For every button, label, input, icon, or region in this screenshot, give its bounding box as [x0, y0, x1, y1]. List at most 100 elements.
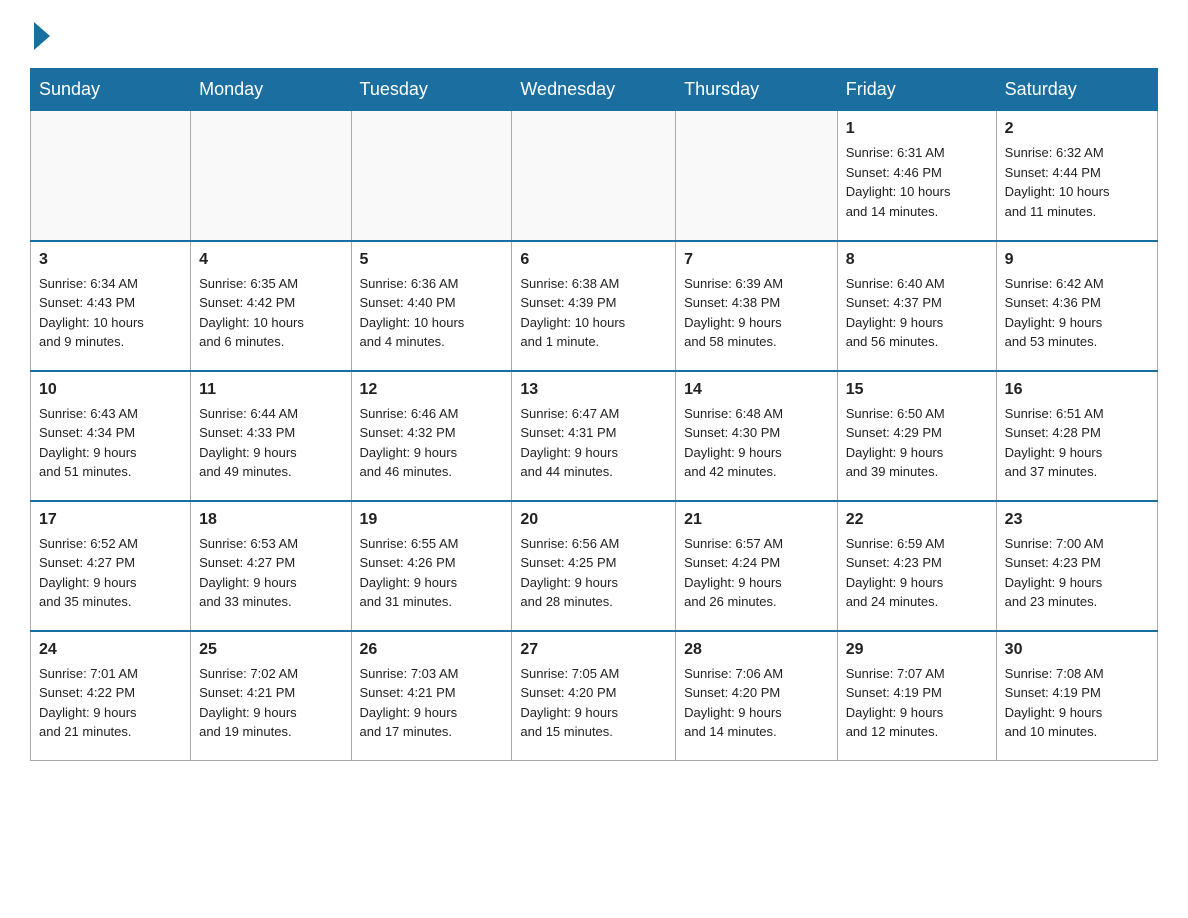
calendar-cell: 2 Sunrise: 6:32 AM Sunset: 4:44 PM Daylig…: [996, 111, 1157, 241]
day-info: Sunrise: 6:59 AM Sunset: 4:23 PM Dayligh…: [846, 536, 945, 610]
day-number: 7: [684, 248, 829, 272]
day-number: 1: [846, 117, 988, 141]
day-number: 30: [1005, 638, 1149, 662]
day-info: Sunrise: 6:40 AM Sunset: 4:37 PM Dayligh…: [846, 276, 945, 350]
day-info: Sunrise: 7:07 AM Sunset: 4:19 PM Dayligh…: [846, 666, 945, 740]
day-number: 17: [39, 508, 182, 532]
calendar-cell: 14 Sunrise: 6:48 AM Sunset: 4:30 PM Dayli…: [676, 371, 838, 501]
day-number: 4: [199, 248, 342, 272]
calendar-cell: 13 Sunrise: 6:47 AM Sunset: 4:31 PM Dayli…: [512, 371, 676, 501]
day-info: Sunrise: 7:01 AM Sunset: 4:22 PM Dayligh…: [39, 666, 138, 740]
day-info: Sunrise: 6:52 AM Sunset: 4:27 PM Dayligh…: [39, 536, 138, 610]
calendar-header-row: SundayMondayTuesdayWednesdayThursdayFrid…: [31, 69, 1158, 111]
day-info: Sunrise: 7:08 AM Sunset: 4:19 PM Dayligh…: [1005, 666, 1104, 740]
day-info: Sunrise: 6:39 AM Sunset: 4:38 PM Dayligh…: [684, 276, 783, 350]
logo-top: [30, 20, 50, 50]
day-info: Sunrise: 6:35 AM Sunset: 4:42 PM Dayligh…: [199, 276, 304, 350]
day-info: Sunrise: 6:34 AM Sunset: 4:43 PM Dayligh…: [39, 276, 144, 350]
calendar-week-row: 1 Sunrise: 6:31 AM Sunset: 4:46 PM Daylig…: [31, 111, 1158, 241]
day-number: 14: [684, 378, 829, 402]
day-number: 9: [1005, 248, 1149, 272]
calendar-cell: [191, 111, 351, 241]
calendar-cell: [351, 111, 512, 241]
calendar-cell: 8 Sunrise: 6:40 AM Sunset: 4:37 PM Daylig…: [837, 241, 996, 371]
day-number: 24: [39, 638, 182, 662]
day-info: Sunrise: 6:47 AM Sunset: 4:31 PM Dayligh…: [520, 406, 619, 480]
day-info: Sunrise: 6:43 AM Sunset: 4:34 PM Dayligh…: [39, 406, 138, 480]
day-number: 27: [520, 638, 667, 662]
calendar-cell: 20 Sunrise: 6:56 AM Sunset: 4:25 PM Dayli…: [512, 501, 676, 631]
day-info: Sunrise: 6:48 AM Sunset: 4:30 PM Dayligh…: [684, 406, 783, 480]
calendar-week-row: 24 Sunrise: 7:01 AM Sunset: 4:22 PM Dayli…: [31, 631, 1158, 761]
calendar-cell: 27Sunrise: 7:05 AM Sunset: 4:20 PM Dayli…: [512, 631, 676, 761]
page-header: [30, 20, 1158, 50]
calendar-cell: 25Sunrise: 7:02 AM Sunset: 4:21 PM Dayli…: [191, 631, 351, 761]
calendar-cell: 5Sunrise: 6:36 AM Sunset: 4:40 PM Daylig…: [351, 241, 512, 371]
day-info: Sunrise: 6:46 AM Sunset: 4:32 PM Dayligh…: [360, 406, 459, 480]
calendar-week-row: 3 Sunrise: 6:34 AM Sunset: 4:43 PM Daylig…: [31, 241, 1158, 371]
day-number: 20: [520, 508, 667, 532]
day-number: 8: [846, 248, 988, 272]
day-number: 16: [1005, 378, 1149, 402]
day-number: 25: [199, 638, 342, 662]
day-info: Sunrise: 6:31 AM Sunset: 4:46 PM Dayligh…: [846, 145, 951, 219]
day-number: 29: [846, 638, 988, 662]
day-info: Sunrise: 7:00 AM Sunset: 4:23 PM Dayligh…: [1005, 536, 1104, 610]
day-number: 2: [1005, 117, 1149, 141]
calendar-cell: 17 Sunrise: 6:52 AM Sunset: 4:27 PM Dayli…: [31, 501, 191, 631]
day-info: Sunrise: 6:56 AM Sunset: 4:25 PM Dayligh…: [520, 536, 619, 610]
day-info: Sunrise: 6:42 AM Sunset: 4:36 PM Dayligh…: [1005, 276, 1104, 350]
day-number: 26: [360, 638, 504, 662]
calendar-cell: 9 Sunrise: 6:42 AM Sunset: 4:36 PM Daylig…: [996, 241, 1157, 371]
calendar-cell: 29 Sunrise: 7:07 AM Sunset: 4:19 PM Dayli…: [837, 631, 996, 761]
day-info: Sunrise: 6:38 AM Sunset: 4:39 PM Dayligh…: [520, 276, 625, 350]
calendar-cell: 6 Sunrise: 6:38 AM Sunset: 4:39 PM Daylig…: [512, 241, 676, 371]
day-number: 12: [360, 378, 504, 402]
day-number: 28: [684, 638, 829, 662]
day-info: Sunrise: 6:32 AM Sunset: 4:44 PM Dayligh…: [1005, 145, 1110, 219]
calendar-day-header: Sunday: [31, 69, 191, 111]
day-info: Sunrise: 6:51 AM Sunset: 4:28 PM Dayligh…: [1005, 406, 1104, 480]
day-info: Sunrise: 6:44 AM Sunset: 4:33 PM Dayligh…: [199, 406, 298, 480]
day-info: Sunrise: 6:57 AM Sunset: 4:24 PM Dayligh…: [684, 536, 783, 610]
calendar-day-header: Tuesday: [351, 69, 512, 111]
logo-arrow-icon: [34, 22, 50, 50]
day-number: 6: [520, 248, 667, 272]
calendar-cell: 10 Sunrise: 6:43 AM Sunset: 4:34 PM Dayli…: [31, 371, 191, 501]
calendar-cell: 23 Sunrise: 7:00 AM Sunset: 4:23 PM Dayli…: [996, 501, 1157, 631]
day-number: 13: [520, 378, 667, 402]
calendar-cell: 1 Sunrise: 6:31 AM Sunset: 4:46 PM Daylig…: [837, 111, 996, 241]
calendar-cell: 16 Sunrise: 6:51 AM Sunset: 4:28 PM Dayli…: [996, 371, 1157, 501]
calendar-cell: [31, 111, 191, 241]
day-info: Sunrise: 6:50 AM Sunset: 4:29 PM Dayligh…: [846, 406, 945, 480]
day-info: Sunrise: 6:53 AM Sunset: 4:27 PM Dayligh…: [199, 536, 298, 610]
day-number: 23: [1005, 508, 1149, 532]
calendar-cell: 24 Sunrise: 7:01 AM Sunset: 4:22 PM Dayli…: [31, 631, 191, 761]
day-number: 10: [39, 378, 182, 402]
calendar-day-header: Friday: [837, 69, 996, 111]
day-number: 21: [684, 508, 829, 532]
calendar-cell: 3 Sunrise: 6:34 AM Sunset: 4:43 PM Daylig…: [31, 241, 191, 371]
calendar-week-row: 17 Sunrise: 6:52 AM Sunset: 4:27 PM Dayli…: [31, 501, 1158, 631]
day-number: 18: [199, 508, 342, 532]
calendar-cell: 26 Sunrise: 7:03 AM Sunset: 4:21 PM Dayli…: [351, 631, 512, 761]
day-number: 11: [199, 378, 342, 402]
day-info: Sunrise: 6:55 AM Sunset: 4:26 PM Dayligh…: [360, 536, 459, 610]
day-number: 15: [846, 378, 988, 402]
calendar-cell: 15 Sunrise: 6:50 AM Sunset: 4:29 PM Dayli…: [837, 371, 996, 501]
calendar-cell: 22 Sunrise: 6:59 AM Sunset: 4:23 PM Dayli…: [837, 501, 996, 631]
calendar-day-header: Saturday: [996, 69, 1157, 111]
day-info: Sunrise: 7:03 AM Sunset: 4:21 PM Dayligh…: [360, 666, 459, 740]
calendar-cell: [676, 111, 838, 241]
calendar-day-header: Monday: [191, 69, 351, 111]
calendar-cell: 12 Sunrise: 6:46 AM Sunset: 4:32 PM Dayli…: [351, 371, 512, 501]
day-number: 19: [360, 508, 504, 532]
calendar-cell: 19 Sunrise: 6:55 AM Sunset: 4:26 PM Dayli…: [351, 501, 512, 631]
calendar-day-header: Thursday: [676, 69, 838, 111]
calendar-cell: 11 Sunrise: 6:44 AM Sunset: 4:33 PM Dayli…: [191, 371, 351, 501]
calendar-cell: 21 Sunrise: 6:57 AM Sunset: 4:24 PM Dayli…: [676, 501, 838, 631]
day-number: 3: [39, 248, 182, 272]
day-number: 22: [846, 508, 988, 532]
calendar-cell: 7 Sunrise: 6:39 AM Sunset: 4:38 PM Daylig…: [676, 241, 838, 371]
calendar-cell: 4 Sunrise: 6:35 AM Sunset: 4:42 PM Daylig…: [191, 241, 351, 371]
